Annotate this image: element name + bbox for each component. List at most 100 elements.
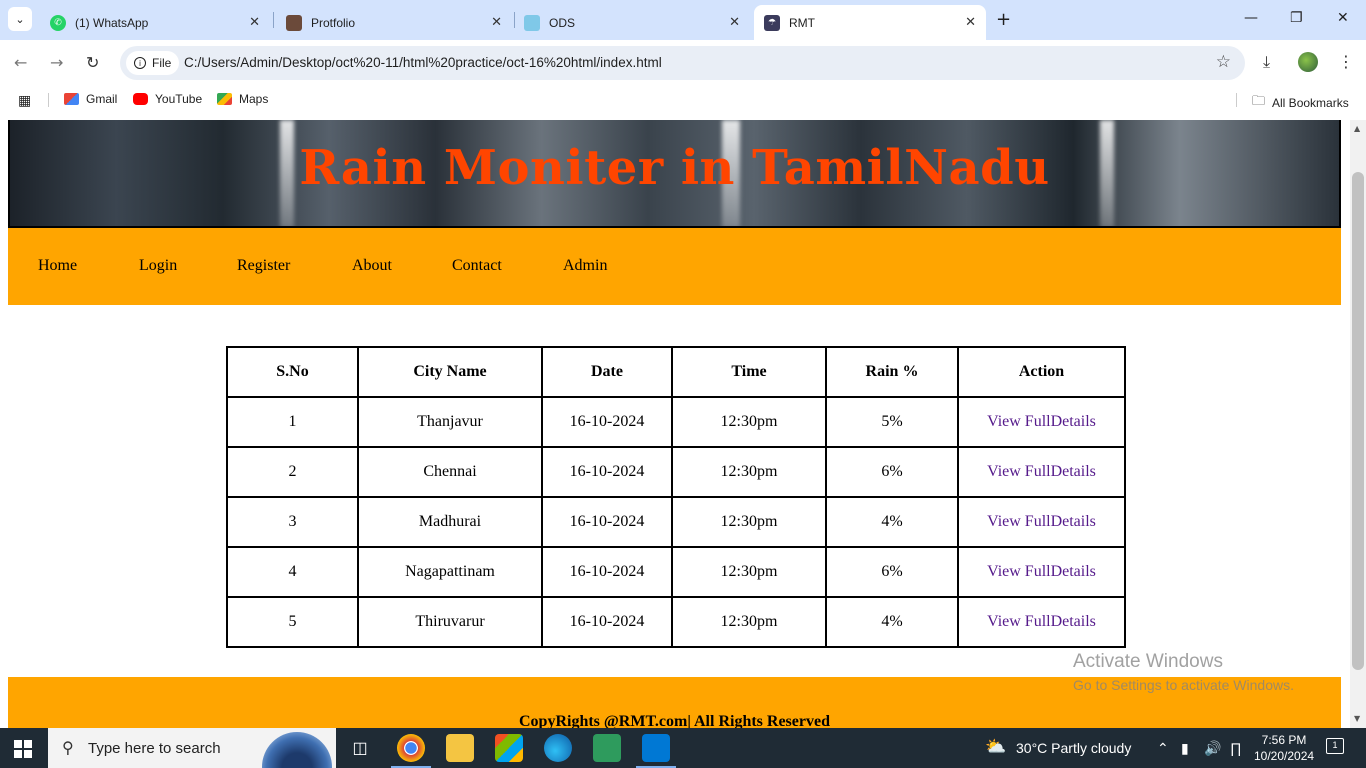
scroll-down-icon[interactable]: ▼ (1354, 714, 1360, 723)
reload-icon[interactable]: ↻ (86, 53, 99, 72)
address-bar[interactable]: i File C:/Users/Admin/Desktop/oct%20-11/… (120, 46, 1245, 80)
vscode-icon[interactable] (636, 734, 676, 768)
portfolio-favicon (286, 14, 302, 31)
edge-icon[interactable] (544, 734, 572, 762)
cell-rain: 6% (825, 446, 959, 498)
menu-kebab-icon[interactable]: ⋮ (1338, 52, 1354, 71)
tab-rmt[interactable]: ☂ RMT ✕ (754, 5, 986, 40)
url-text[interactable]: C:/Users/Admin/Desktop/oct%20-11/html%20… (184, 55, 662, 70)
cell-rain: 5% (825, 396, 959, 448)
notification-center-icon[interactable]: 1 (1326, 738, 1344, 754)
forward-icon[interactable]: → (50, 53, 63, 72)
close-icon[interactable]: ✕ (965, 14, 976, 30)
battery-icon[interactable]: ▮ (1181, 740, 1189, 757)
cell-action: View FullDetails (957, 596, 1126, 648)
divider (1236, 93, 1237, 107)
page-viewport: Rain Moniter in TamilNadu Home Login Reg… (0, 120, 1350, 728)
view-details-link[interactable]: View FullDetails (987, 613, 1096, 630)
network-icon[interactable]: ∏ (1230, 740, 1242, 756)
table-row: 5 Thiruvarur 16-10-2024 12:30pm 4% View … (226, 596, 1126, 648)
nav-home[interactable]: Home (38, 257, 77, 275)
bookmarks-bar: ▦ Gmail YouTube Maps 🗀 All Bookmarks (0, 86, 1366, 114)
cell-sno: 2 (226, 446, 359, 498)
tab-portfolio[interactable]: Protfolio ✕ (276, 5, 512, 40)
view-details-link[interactable]: View FullDetails (987, 563, 1096, 580)
apps-grid-icon[interactable]: ▦ (18, 92, 31, 109)
download-icon[interactable]: ⤓ (1263, 52, 1270, 72)
notepad-plus-icon[interactable] (593, 734, 621, 762)
cell-date: 16-10-2024 (541, 546, 673, 598)
search-icon: ⚲ (62, 740, 74, 757)
clock-date: 10/20/2024 (1254, 749, 1315, 763)
chevron-up-icon[interactable]: ⌃ (1157, 740, 1169, 757)
site-info-chip[interactable]: i File (126, 51, 180, 75)
site-info-label: File (152, 56, 172, 70)
bookmark-star-icon[interactable]: ☆ (1216, 52, 1231, 72)
chrome-icon[interactable] (391, 734, 431, 768)
cell-sno: 4 (226, 546, 359, 598)
whatsapp-icon: ✆ (50, 14, 66, 31)
close-icon[interactable]: ✕ (249, 14, 260, 30)
close-icon[interactable]: ✕ (491, 14, 502, 30)
tab-whatsapp[interactable]: ✆ (1) WhatsApp ✕ (40, 5, 270, 40)
weather-icon[interactable]: ⛅ (985, 737, 1006, 757)
taskbar: ⚲ Type here to search ◫ ⛅ 30°C Partly cl… (0, 728, 1366, 768)
tab-search-button[interactable]: ⌄ (8, 7, 32, 31)
system-clock[interactable]: 7:56 PM 10/20/2024 (1254, 732, 1314, 764)
nav-contact[interactable]: Contact (452, 257, 502, 275)
footer-copyright: CopyRights @RMT.com| All Rights Reserved (519, 713, 830, 728)
cell-time: 12:30pm (671, 396, 827, 448)
task-view-icon[interactable]: ◫ (346, 734, 374, 762)
table-row: 1 Thanjavur 16-10-2024 12:30pm 5% View F… (226, 396, 1126, 448)
bookmark-maps[interactable]: Maps (217, 92, 268, 106)
nav-admin[interactable]: Admin (563, 257, 607, 275)
minimize-icon[interactable]: — (1244, 10, 1258, 26)
scroll-up-icon[interactable]: ▲ (1354, 124, 1360, 133)
file-explorer-icon[interactable] (446, 734, 474, 762)
clock-time: 7:56 PM (1261, 733, 1307, 747)
cell-time: 12:30pm (671, 546, 827, 598)
bookmark-youtube[interactable]: YouTube (133, 92, 202, 106)
weather-text[interactable]: 30°C Partly cloudy (1016, 740, 1131, 756)
page-title: Rain Moniter in TamilNadu (299, 140, 1050, 196)
restore-icon[interactable]: ❐ (1290, 10, 1303, 26)
all-bookmarks-button[interactable]: 🗀 All Bookmarks (1252, 92, 1349, 114)
tab-separator (273, 12, 274, 28)
scrollbar-thumb[interactable] (1352, 172, 1364, 670)
new-tab-button[interactable]: + (996, 9, 1011, 30)
tab-ods[interactable]: ODS ✕ (514, 5, 750, 40)
info-icon: i (134, 57, 146, 69)
taskbar-search[interactable]: ⚲ Type here to search (48, 728, 336, 768)
view-details-link[interactable]: View FullDetails (987, 463, 1096, 480)
nav-register[interactable]: Register (237, 257, 290, 275)
tab-title: Protfolio (311, 15, 356, 30)
windows-start-icon[interactable] (14, 740, 32, 758)
col-city: City Name (357, 346, 543, 398)
close-icon[interactable]: ✕ (729, 14, 740, 30)
volume-icon[interactable]: 🔊 (1204, 740, 1221, 757)
cell-city: Madhurai (357, 496, 543, 548)
close-window-icon[interactable]: ✕ (1337, 10, 1349, 26)
back-icon[interactable]: ← (14, 53, 27, 72)
activate-windows-watermark: Activate Windows Go to Settings to activ… (1073, 651, 1294, 693)
nav-about[interactable]: About (352, 257, 392, 275)
cell-rain: 4% (825, 596, 959, 648)
cell-time: 12:30pm (671, 446, 827, 498)
maps-icon (217, 93, 232, 105)
nav-login[interactable]: Login (139, 257, 177, 275)
cell-action: View FullDetails (957, 446, 1126, 498)
rain-table: S.No City Name Date Time Rain % Action 1… (226, 346, 1126, 648)
bookmark-label: Maps (239, 92, 269, 106)
col-rain: Rain % (825, 346, 959, 398)
cell-time: 12:30pm (671, 596, 827, 648)
view-details-link[interactable]: View FullDetails (987, 513, 1096, 530)
search-highlight-art (262, 732, 332, 768)
cell-city: Thiruvarur (357, 596, 543, 648)
microsoft-store-icon[interactable] (495, 734, 523, 762)
profile-avatar[interactable] (1298, 52, 1318, 72)
view-details-link[interactable]: View FullDetails (987, 413, 1096, 430)
bookmark-gmail[interactable]: Gmail (64, 92, 117, 106)
page-scrollbar[interactable]: ▲ ▼ (1350, 120, 1366, 728)
cell-sno: 5 (226, 596, 359, 648)
tab-title: RMT (789, 15, 815, 30)
